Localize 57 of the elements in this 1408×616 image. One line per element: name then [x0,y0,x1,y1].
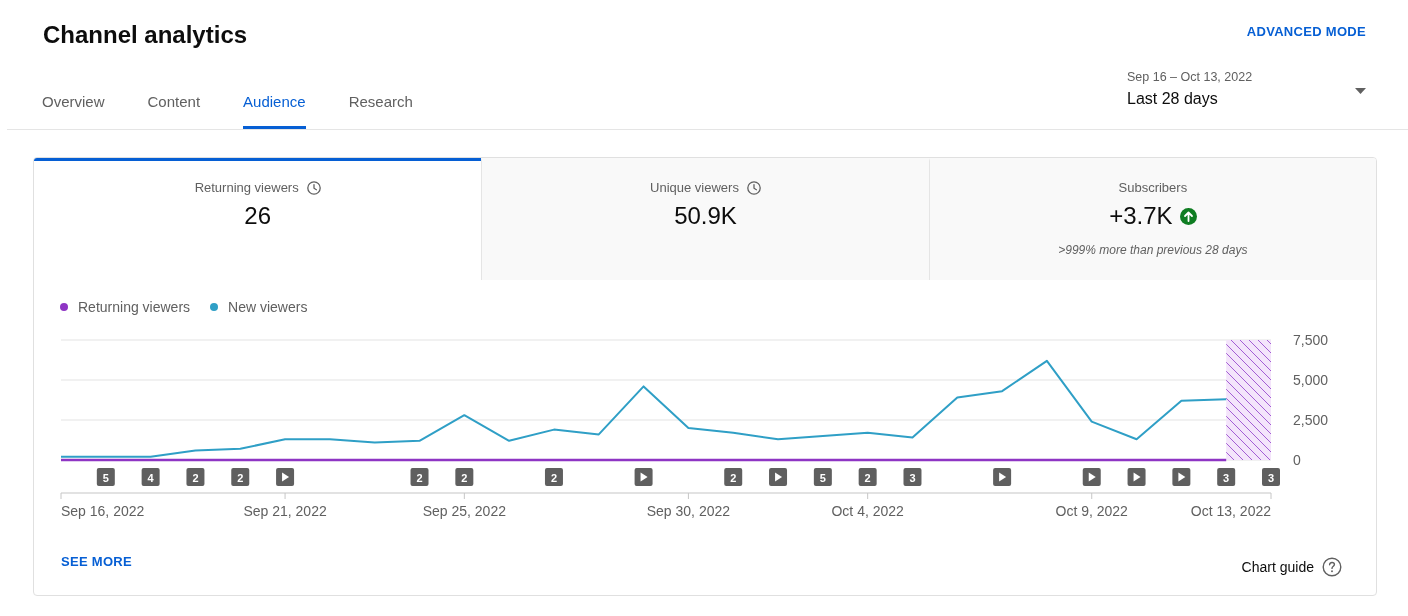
axis-label: Oct 4, 2022 [831,503,904,519]
upload-count-marker[interactable]: 2 [858,468,877,486]
play-icon[interactable] [769,468,788,486]
axis-label: Sep 16, 2022 [61,503,145,519]
play-icon[interactable] [1172,468,1191,486]
axis-label: 5,000 [1293,372,1329,388]
upload-count-marker[interactable]: 4 [141,468,160,486]
upload-count-marker[interactable]: 2 [544,468,563,486]
advanced-mode-link[interactable]: ADVANCED MODE [1246,24,1366,40]
metric-value: +3.7K [1109,201,1173,231]
axis-label: 0 [1293,452,1301,468]
tab[interactable]: Overview [42,75,105,129]
upload-count-marker[interactable]: 5 [96,468,115,486]
metric-tab[interactable]: Subscribers +3.7K >999% more than previous 28 days [928,158,1376,280]
upload-count-marker[interactable]: 2 [231,468,250,486]
caret-icon [1355,88,1366,94]
metric-label: Unique viewers [650,180,739,196]
period-label: Last 28 days [1127,89,1218,109]
metric-tab[interactable]: Unique viewers 50.9K [481,158,929,280]
play-icon[interactable] [276,468,295,486]
upload-count-marker[interactable]: 5 [813,468,832,486]
axis-label: Sep 25, 2022 [422,503,506,519]
comparison-note: >999% more than previous 28 days [1058,242,1248,258]
axis-label: Oct 9, 2022 [1055,503,1128,519]
axis-label: Oct 13, 2022 [1190,503,1271,519]
play-icon[interactable] [1127,468,1146,486]
upload-count-marker[interactable]: 3 [1262,468,1280,486]
legend-label: Returning viewers [78,298,191,317]
see-more-link[interactable]: SEE MORE [61,554,133,570]
clock-icon [306,181,321,195]
upload-count-marker[interactable]: 3 [903,468,922,486]
upload-count-marker[interactable]: 2 [724,468,743,486]
upload-count-marker[interactable]: 2 [410,468,429,486]
axis-label: 7,500 [1293,332,1329,348]
axis-label: Sep 21, 2022 [243,503,327,519]
axis-label: Sep 30, 2022 [646,503,731,519]
legend-label: New viewers [228,298,308,317]
date-range-dropdown[interactable]: Sep 16 – Oct 13, 2022 Last 28 days [1127,62,1366,110]
upload-count-marker[interactable]: 2 [455,468,474,486]
upload-count-marker[interactable]: 2 [186,468,205,486]
upload-count-marker[interactable]: 3 [1217,468,1236,486]
page-title: Channel analytics [43,20,248,50]
play-icon[interactable] [634,468,653,486]
axis-label: 2,500 [1293,412,1329,428]
tab[interactable]: Content [147,75,201,129]
metric-label: Subscribers [1118,180,1188,196]
chart-guide-button[interactable]: Chart guide [1241,557,1342,577]
play-icon[interactable] [1082,468,1101,486]
tab[interactable]: Audience [243,75,306,129]
date-range-text: Sep 16 – Oct 13, 2022 [1127,69,1253,85]
metric-label: Returning viewers [194,180,299,196]
play-icon[interactable] [993,468,1012,486]
metric-value: 26 [244,201,271,231]
metric-value: 50.9K [674,201,737,231]
help-icon [1322,557,1342,577]
tab[interactable]: Research [348,75,413,129]
clock-icon [746,181,761,195]
